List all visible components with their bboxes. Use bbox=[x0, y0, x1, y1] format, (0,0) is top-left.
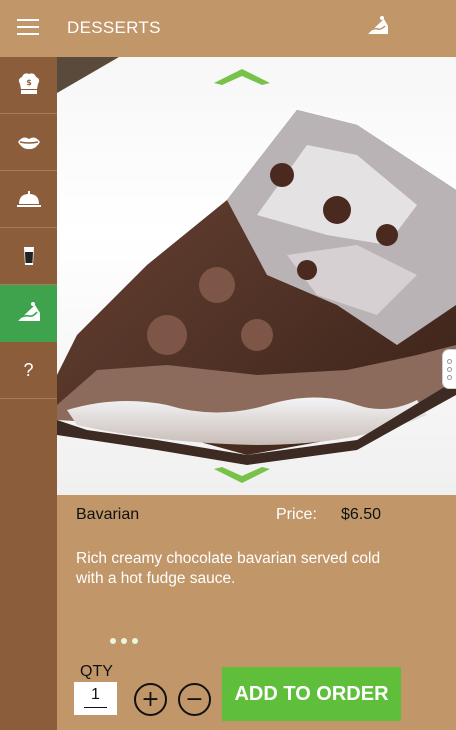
chevron-up-icon[interactable] bbox=[212, 65, 272, 87]
item-price: $6.50 bbox=[341, 506, 382, 523]
more-options-icon[interactable] bbox=[110, 638, 138, 644]
item-description: Rich creamy chocolate bavarian served co… bbox=[76, 550, 381, 587]
add-to-order-button[interactable]: ADD TO ORDER bbox=[222, 667, 401, 721]
dessert-image-viewer[interactable] bbox=[57, 57, 456, 495]
sidebar-item-help[interactable]: ? bbox=[0, 342, 57, 399]
page-title: DESSERTS bbox=[67, 18, 161, 37]
item-name: Bavarian bbox=[76, 506, 140, 523]
increase-quantity-button[interactable]: + bbox=[134, 683, 167, 716]
side-panel-handle[interactable] bbox=[442, 349, 456, 389]
serving-cloche-icon bbox=[16, 191, 41, 207]
chef-hat-dollar-icon: $ bbox=[18, 73, 39, 94]
decrease-quantity-button[interactable]: − bbox=[178, 683, 211, 716]
item-details-panel: Bavarian Price: $6.50 Rich creamy chocol… bbox=[57, 495, 456, 730]
lips-icon bbox=[17, 137, 40, 150]
sidebar-item-chef-specials[interactable]: $ bbox=[0, 57, 57, 114]
bavarian-cake-image bbox=[57, 110, 456, 465]
chevron-down-icon[interactable] bbox=[212, 465, 272, 487]
sidebar-item-desserts[interactable] bbox=[0, 285, 57, 342]
sidebar-item-drinks[interactable] bbox=[0, 228, 57, 285]
category-sidebar: $ ? bbox=[0, 57, 57, 730]
help-label: ? bbox=[23, 359, 34, 380]
cake-slice-icon bbox=[17, 302, 40, 321]
cake-slice-icon bbox=[368, 16, 388, 34]
sidebar-item-appetizers[interactable] bbox=[0, 114, 57, 171]
svg-text:$: $ bbox=[26, 78, 32, 87]
qty-label: QTY bbox=[80, 663, 113, 680]
price-label: Price: bbox=[276, 506, 317, 523]
quantity-input[interactable] bbox=[74, 682, 117, 715]
drink-glass-icon bbox=[23, 247, 34, 265]
sidebar-item-entrees[interactable] bbox=[0, 171, 57, 228]
top-bar: DESSERTS bbox=[0, 0, 456, 57]
hamburger-menu-icon[interactable] bbox=[17, 19, 39, 35]
